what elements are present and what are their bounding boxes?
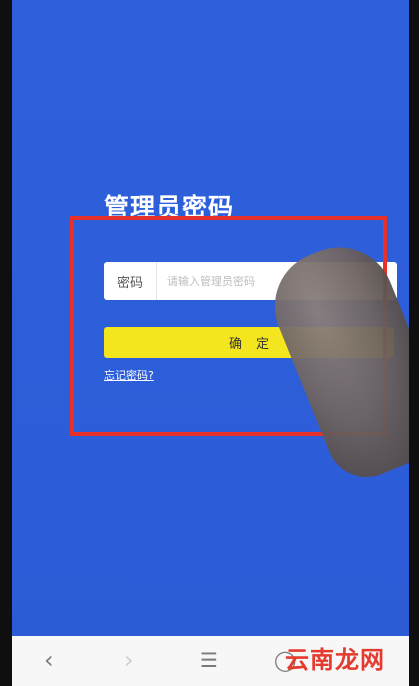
back-nav-icon[interactable]: ‹ (44, 646, 54, 674)
menu-nav-icon[interactable]: ☰ (200, 648, 218, 672)
phone-bezel-left (0, 0, 12, 686)
forward-nav-icon[interactable]: › (124, 646, 134, 674)
site-watermark: 云南龙网 (285, 646, 385, 674)
app-screen: 管理员密码 密码 确定 忘记密码? (12, 0, 409, 636)
phone-bezel-right (409, 0, 419, 686)
